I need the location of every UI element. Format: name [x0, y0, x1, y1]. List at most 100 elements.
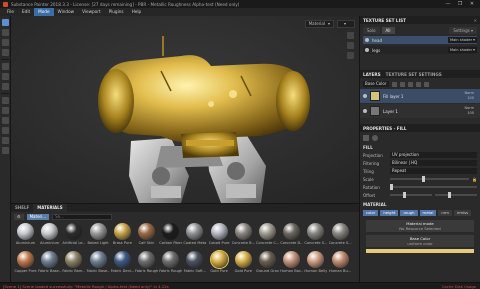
- channel-dropdown[interactable]: Base Color: [363, 81, 389, 87]
- tab-texture-set-settings[interactable]: TEXTURE SET SETTINGS: [386, 72, 442, 77]
- tab-layers[interactable]: LAYERS: [363, 72, 381, 77]
- screenshot-icon[interactable]: [2, 127, 9, 134]
- shader-dropdown[interactable]: Main shader ▾: [448, 37, 477, 43]
- offset-slider-x[interactable]: [390, 192, 432, 198]
- material-thumbnail[interactable]: Fabric Rough: [135, 251, 158, 273]
- menu-edit[interactable]: Edit: [18, 8, 34, 16]
- symmetry-icon[interactable]: [2, 107, 9, 114]
- material-thumbnail[interactable]: Fabric Base...: [87, 251, 110, 273]
- 3d-viewport[interactable]: Material ▾ ▾: [11, 16, 359, 203]
- layer-blend[interactable]: Norm 100: [464, 91, 474, 101]
- material-thumbnail[interactable]: Human Belly...: [304, 251, 327, 273]
- menu-mode[interactable]: Mode: [34, 8, 54, 16]
- shader-dropdown[interactable]: Main shader ▾: [448, 47, 477, 53]
- channel-emiss[interactable]: emiss: [454, 210, 472, 216]
- add-layer-icon[interactable]: [392, 81, 397, 87]
- material-thumbnail[interactable]: Aluminium: [14, 223, 37, 245]
- clone-tool-icon[interactable]: [2, 73, 9, 80]
- material-thumbnail[interactable]: Fabric Base...: [38, 251, 61, 273]
- bake-icon[interactable]: [2, 137, 9, 144]
- menu-help[interactable]: Help: [128, 8, 146, 16]
- channel-nrm[interactable]: nrm: [438, 210, 453, 216]
- filtering-dropdown[interactable]: Bilinear | HQ: [390, 160, 477, 166]
- material-thumbnail[interactable]: Concrete B...: [232, 223, 255, 245]
- tiling-dropdown[interactable]: Repeat: [390, 168, 477, 174]
- channel-rough[interactable]: rough: [400, 210, 418, 216]
- layer-row[interactable]: Layer 1 Norm 100: [360, 104, 480, 118]
- channel-metal[interactable]: metal: [419, 210, 437, 216]
- split-view-icon[interactable]: [347, 52, 354, 59]
- slider-handle[interactable]: [421, 176, 425, 182]
- picker-tool-icon[interactable]: [2, 83, 9, 90]
- slider-handle[interactable]: [390, 184, 393, 190]
- projection-tool-icon[interactable]: [2, 39, 9, 46]
- scale-slider[interactable]: [390, 176, 470, 182]
- material-thumbnail[interactable]: Human Bu...: [329, 251, 352, 273]
- material-thumbnail[interactable]: Concrete D...: [280, 223, 303, 245]
- material-thumbnail[interactable]: Gold Pure: [232, 251, 255, 273]
- offset-slider-y[interactable]: [435, 192, 477, 198]
- texture-set-settings-button[interactable]: Settings ▾: [449, 27, 477, 34]
- base-color-box[interactable]: Base Color uniform color: [366, 235, 474, 247]
- texture-set-row[interactable]: legs Main shader ▾: [363, 46, 477, 54]
- add-folder-icon[interactable]: [416, 81, 421, 87]
- eye-icon[interactable]: [363, 109, 367, 113]
- tab-materials[interactable]: MATERIALS: [33, 204, 67, 212]
- material-thumbnail[interactable]: Carbon Fiber: [159, 223, 182, 245]
- fill-icon[interactable]: [363, 135, 369, 141]
- base-color-swatch[interactable]: [366, 249, 474, 253]
- rotation-slider[interactable]: [390, 184, 477, 190]
- delete-layer-icon[interactable]: [424, 81, 429, 87]
- geometry-fill-icon[interactable]: [2, 49, 9, 56]
- material-thumbnail[interactable]: Human Bac...: [280, 251, 303, 273]
- viewport-material-dropdown[interactable]: Material ▾: [304, 20, 334, 28]
- material-thumbnail[interactable]: Fabric Rough: [159, 251, 182, 273]
- polygon-fill-icon[interactable]: [2, 97, 9, 104]
- slider-handle[interactable]: [447, 192, 451, 198]
- material-thumbnail[interactable]: Concrete C...: [256, 223, 279, 245]
- eraser-tool-icon[interactable]: [2, 29, 9, 36]
- add-mask-icon[interactable]: [408, 81, 413, 87]
- material-thumbnail[interactable]: Brass Pure: [111, 223, 134, 245]
- add-fill-icon[interactable]: [400, 81, 405, 87]
- material-thumbnail[interactable]: Coated Metal: [183, 223, 206, 245]
- minimize-button[interactable]: —: [442, 1, 454, 7]
- channel-color[interactable]: color: [363, 210, 379, 216]
- menu-plugins[interactable]: Plugins: [105, 8, 128, 16]
- close-button[interactable]: ✕: [466, 1, 478, 7]
- channel-height[interactable]: height: [380, 210, 399, 216]
- material-thumbnail[interactable]: Fabric Deni...: [111, 251, 134, 273]
- filter-chip-materials[interactable]: Materi...: [26, 213, 50, 220]
- close-icon[interactable]: ✕: [473, 18, 477, 23]
- material-icon[interactable]: [372, 135, 378, 141]
- tab-all[interactable]: All: [381, 27, 395, 34]
- camera-icon[interactable]: [2, 117, 9, 124]
- layer-blend[interactable]: Norm 100: [464, 106, 474, 116]
- tab-solo[interactable]: Solo: [363, 27, 380, 34]
- menu-window[interactable]: Window: [54, 8, 79, 16]
- material-thumbnail[interactable]: Calf Skin: [135, 223, 158, 245]
- projection-dropdown[interactable]: UV projection: [390, 152, 477, 158]
- filter-icon[interactable]: ⚙: [14, 213, 24, 220]
- material-thumbnail[interactable]: Fabric Soft...: [183, 251, 206, 273]
- layer-row[interactable]: Fill layer 1 Norm 100: [360, 89, 480, 103]
- material-thumbnail[interactable]: Cobalt Pure: [208, 223, 231, 245]
- menu-file[interactable]: File: [3, 8, 18, 16]
- lock-icon[interactable]: 🔒: [472, 177, 477, 182]
- material-thumbnail[interactable]: Concrete S...: [329, 223, 352, 245]
- viewport-camera-dropdown[interactable]: ▾: [337, 20, 355, 28]
- eye-icon[interactable]: [365, 48, 369, 52]
- eye-icon[interactable]: [363, 94, 367, 98]
- tab-shelf[interactable]: SHELF: [11, 204, 33, 212]
- material-thumbnail[interactable]: Concrete S...: [304, 223, 327, 245]
- material-mode-box[interactable]: Material mode No Resource Selected: [366, 220, 474, 232]
- material-thumbnail[interactable]: Artificial Le...: [62, 223, 85, 245]
- menu-viewport[interactable]: Viewport: [78, 8, 105, 16]
- paint-tool-icon[interactable]: [2, 19, 9, 26]
- material-thumbnail[interactable]: Baked Light: [87, 223, 110, 245]
- material-thumbnail[interactable]: Fabric Bam...: [62, 251, 85, 273]
- material-thumbnail[interactable]: Aluminium: [38, 223, 61, 245]
- maximize-button[interactable]: ❐: [454, 1, 466, 7]
- uv-view-icon[interactable]: [347, 42, 354, 49]
- texture-set-row[interactable]: head Main shader ▾: [363, 36, 477, 44]
